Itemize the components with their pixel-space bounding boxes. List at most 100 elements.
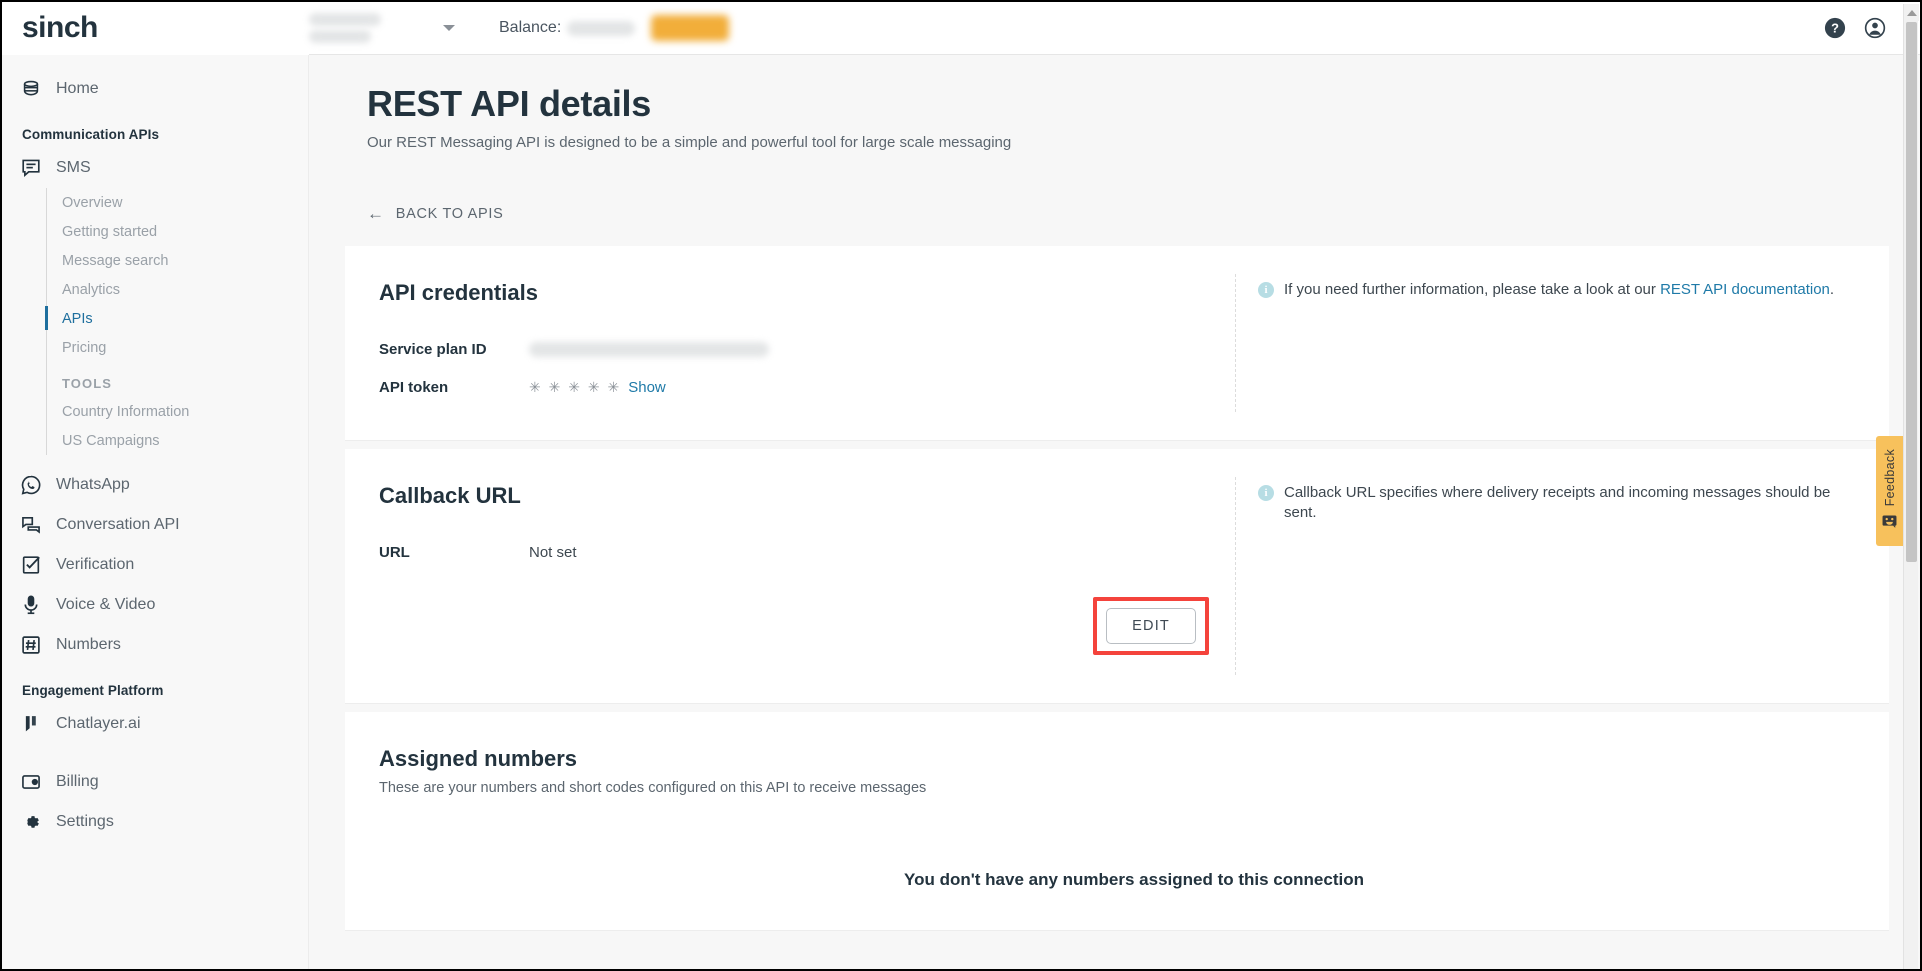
account-name-redacted (309, 13, 381, 43)
page-title: REST API details (367, 83, 651, 124)
sidebar-item-label: Chatlayer.ai (56, 715, 141, 732)
callback-url-label: URL (379, 543, 410, 561)
rest-api-documentation-link[interactable]: REST API documentation (1660, 281, 1830, 298)
sidebar-item-label: Home (56, 80, 99, 97)
sidebar-item-apis[interactable]: APIs (45, 304, 308, 333)
sidebar-item-home[interactable]: Home (4, 69, 308, 109)
edit-callback-url-button[interactable]: EDIT (1106, 608, 1196, 644)
assigned-numbers-description: These are your numbers and short codes c… (379, 780, 927, 796)
api-credentials-body: API credentials Service plan ID API toke… (345, 246, 1235, 440)
api-token-masked: ✳ ✳ ✳ ✳ ✳ (529, 378, 622, 395)
app-window: sinch Balance: ? Home Communication APIs… (0, 0, 1922, 971)
service-plan-id-redacted (529, 341, 769, 357)
help-circle-icon[interactable]: ? (1824, 17, 1846, 39)
whatsapp-icon (20, 474, 42, 496)
show-api-token-link[interactable]: Show (628, 379, 666, 396)
scrollbar-thumb[interactable] (1906, 22, 1917, 562)
callback-url-info-text: Callback URL specifies where delivery re… (1284, 484, 1831, 522)
service-plan-id-value[interactable] (529, 341, 769, 357)
check-square-icon (20, 554, 42, 576)
page-subtitle: Our REST Messaging API is designed to be… (367, 134, 1012, 151)
api-token-label: API token (379, 378, 449, 396)
info-icon: i (1258, 485, 1274, 501)
assigned-numbers-empty-message: You don't have any numbers assigned to t… (904, 870, 1364, 889)
sidebar-section-communication-apis: Communication APIs (22, 127, 160, 142)
sidebar-item-message-search[interactable]: Message search (47, 246, 308, 275)
smiley-icon (1882, 515, 1897, 533)
service-plan-id-label: Service plan ID (379, 340, 487, 358)
callback-url-value: Not set (529, 543, 577, 561)
logo-text: sinch (22, 11, 98, 44)
sidebar-item-conversation-api[interactable]: Conversation API (4, 505, 308, 545)
sidebar: Home Communication APIs SMS Overview Get… (4, 55, 309, 969)
gear-icon (20, 811, 42, 833)
callback-url-row: URL Not set (379, 533, 1235, 571)
callback-url-title: Callback URL (379, 483, 521, 508)
sidebar-item-label: WhatsApp (56, 476, 130, 493)
sidebar-item-getting-started[interactable]: Getting started (47, 217, 308, 246)
user-circle-icon[interactable] (1864, 17, 1886, 39)
callback-url-body: Callback URL URL Not set EDIT (345, 449, 1235, 703)
sidebar-item-label: Verification (56, 556, 135, 573)
balance-label: Balance: (499, 19, 562, 36)
api-credentials-info-text-after: . (1829, 281, 1835, 298)
page-scrollbar[interactable] (1903, 4, 1919, 969)
chat-bubble-icon (20, 157, 42, 179)
api-credentials-card: API credentials Service plan ID API toke… (345, 246, 1889, 441)
api-credentials-title: API credentials (379, 280, 538, 305)
scroll-up-arrow-icon[interactable] (1904, 4, 1919, 21)
sidebar-item-billing[interactable]: Billing (4, 762, 308, 802)
sidebar-item-overview[interactable]: Overview (47, 188, 308, 217)
sinch-logo[interactable]: sinch (2, 2, 309, 55)
home-icon (20, 78, 42, 100)
sidebar-item-label: SMS (56, 159, 91, 176)
sidebar-subnav-sms: Overview Getting started Message search … (45, 188, 308, 455)
sidebar-item-label: Billing (56, 773, 99, 790)
sidebar-item-numbers[interactable]: Numbers (4, 625, 308, 665)
api-token-row: API token ✳ ✳ ✳ ✳ ✳ Show (379, 368, 1235, 406)
api-credentials-info: i If you need further information, pleas… (1236, 246, 1889, 440)
hash-square-icon (20, 634, 42, 656)
wallet-icon (20, 771, 42, 793)
top-bar: sinch Balance: ? (2, 2, 1920, 55)
topup-button-redacted[interactable] (651, 15, 730, 41)
sidebar-item-verification[interactable]: Verification (4, 545, 308, 585)
sidebar-item-settings[interactable]: Settings (4, 802, 308, 842)
api-token-value: ✳ ✳ ✳ ✳ ✳ Show (529, 379, 666, 396)
sidebar-section-engagement-platform: Engagement Platform (22, 683, 164, 698)
assigned-numbers-title: Assigned numbers (379, 746, 578, 771)
sidebar-item-label: Numbers (56, 636, 121, 653)
feedback-label: Feedback (1882, 449, 1897, 507)
sidebar-item-label: Conversation API (56, 516, 180, 533)
sidebar-item-chatlayer[interactable]: Chatlayer.ai (4, 704, 308, 744)
conversation-icon (20, 514, 42, 536)
callback-edit-zone: EDIT (379, 571, 1235, 669)
svg-text:?: ? (1831, 21, 1839, 36)
sidebar-item-analytics[interactable]: Analytics (47, 275, 308, 304)
callback-url-card: Callback URL URL Not set EDIT i Callback… (345, 449, 1889, 704)
api-credentials-info-text: If you need further information, please … (1284, 281, 1661, 298)
sidebar-item-label: Voice & Video (56, 596, 156, 613)
edit-button-highlight: EDIT (1093, 597, 1209, 655)
chatlayer-icon (20, 713, 42, 735)
back-to-apis-label: BACK TO APIS (395, 205, 504, 222)
balance-value-redacted (567, 20, 636, 36)
back-to-apis-link[interactable]: ← BACK TO APIS (367, 205, 504, 222)
sidebar-item-voice-video[interactable]: Voice & Video (4, 585, 308, 625)
service-plan-id-row: Service plan ID (379, 330, 1235, 368)
sidebar-subsection-tools: TOOLS (62, 376, 113, 391)
sidebar-item-sms[interactable]: SMS (4, 148, 308, 188)
chevron-down-icon[interactable] (443, 25, 455, 31)
sidebar-item-pricing[interactable]: Pricing (47, 333, 308, 362)
info-icon: i (1258, 282, 1274, 298)
main-content: REST API details Our REST Messaging API … (309, 55, 1907, 969)
arrow-left-icon: ← (367, 204, 385, 223)
assigned-numbers-card: Assigned numbers These are your numbers … (345, 712, 1889, 931)
microphone-icon (20, 594, 42, 616)
sidebar-item-us-campaigns[interactable]: US Campaigns (47, 426, 308, 455)
account-selector[interactable] (309, 13, 455, 43)
assigned-numbers-body: Assigned numbers These are your numbers … (345, 712, 1889, 930)
feedback-tab[interactable]: Feedback (1876, 436, 1903, 546)
sidebar-item-whatsapp[interactable]: WhatsApp (4, 465, 308, 505)
sidebar-item-country-information[interactable]: Country Information (47, 397, 308, 426)
